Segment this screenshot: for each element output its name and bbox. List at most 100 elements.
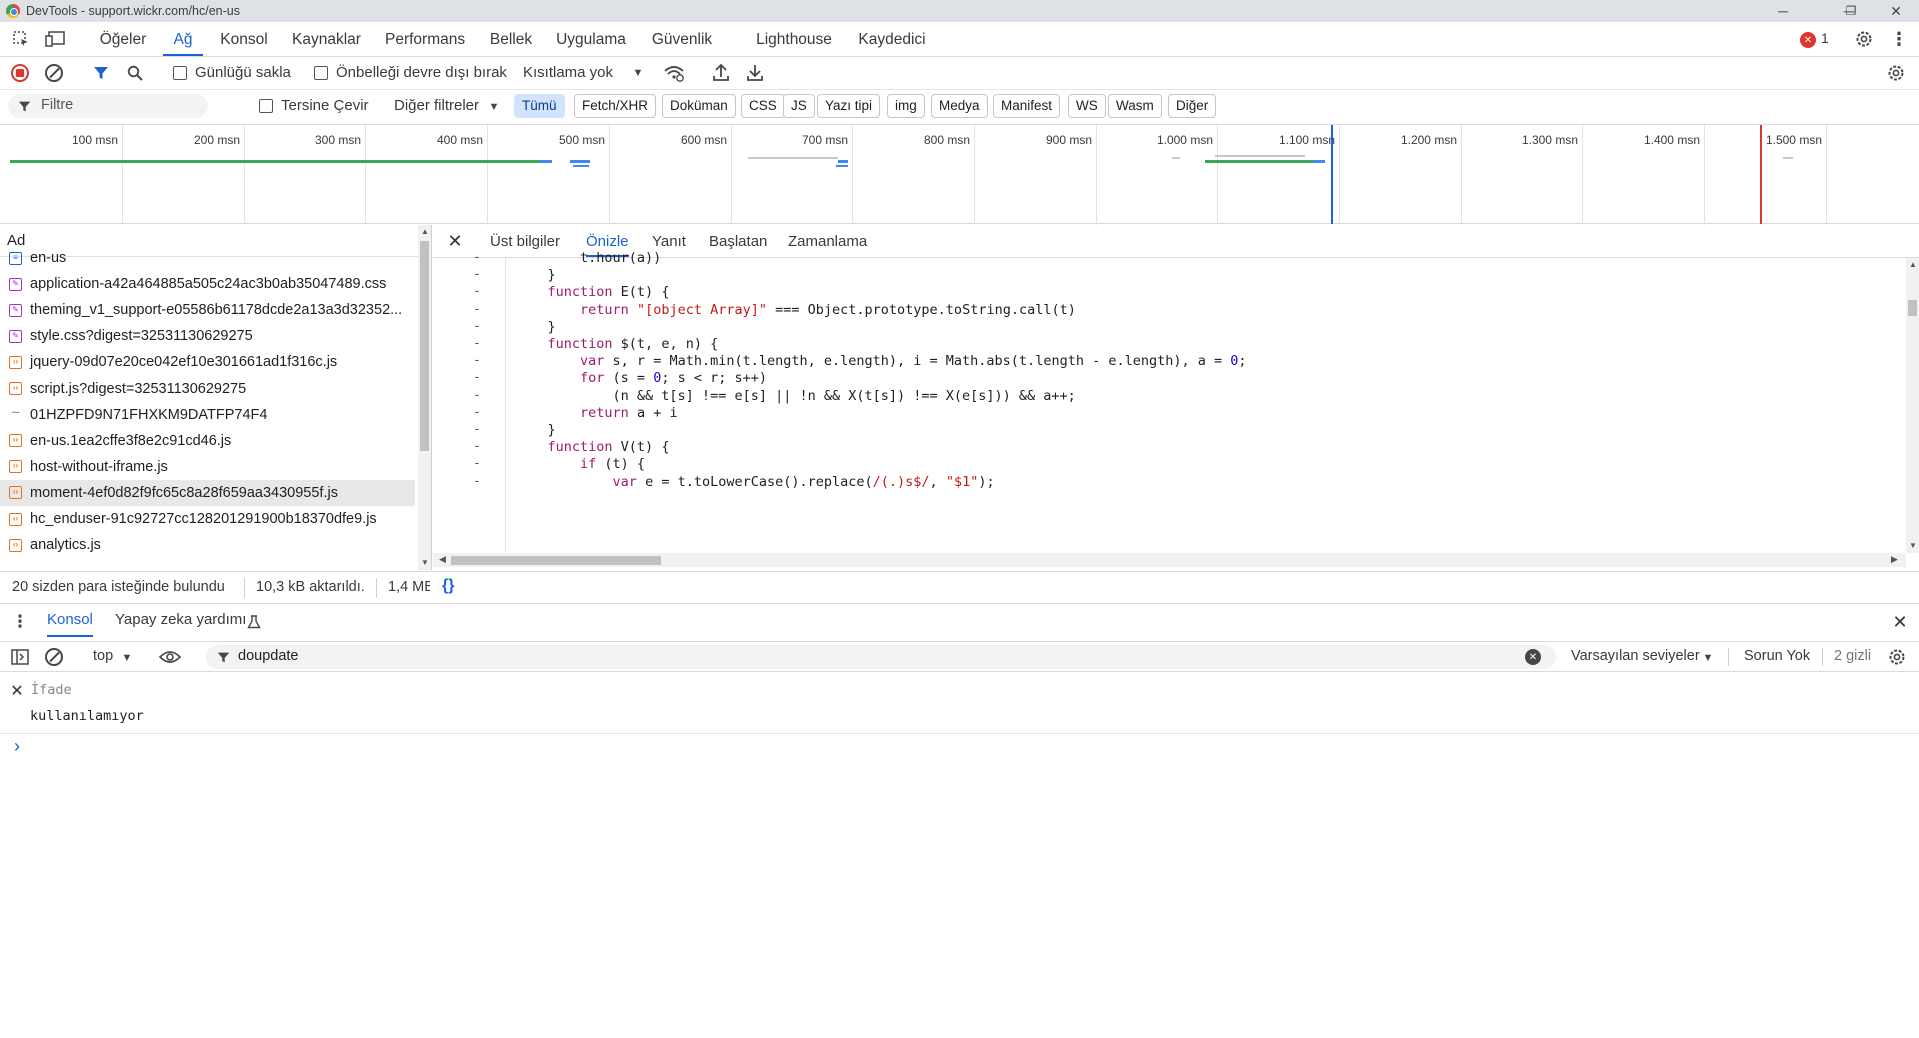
timeline-overview[interactable]: 100 msn 200 msn 300 msn 400 msn 500 msn 600 m… — [0, 124, 1919, 225]
network-conditions-icon[interactable] — [662, 62, 686, 84]
filter-type-font[interactable]: Yazı tipi — [817, 94, 881, 118]
filter-type-doc[interactable]: Doküman — [662, 94, 736, 118]
request-row[interactable]: ✎ style.css?digest=32531130629275 — [0, 323, 415, 349]
filter-type-other[interactable]: Diğer — [1168, 94, 1217, 118]
filter-icon[interactable] — [92, 64, 110, 82]
code-line[interactable]: } — [515, 267, 556, 283]
chevron-down-icon[interactable]: ▼ — [632, 67, 644, 79]
invert-label[interactable]: Tersine Çevir — [281, 97, 369, 114]
console-filter-input[interactable]: doupdate ✕ — [206, 645, 1556, 669]
preserve-log-checkbox[interactable] — [173, 66, 187, 80]
filter-type-ws[interactable]: WS — [1068, 94, 1106, 118]
chevron-down-icon[interactable]: ▼ — [121, 652, 133, 664]
restore-button[interactable]: ❐ — [1828, 0, 1874, 22]
issues-button[interactable]: Sorun Yok — [1744, 648, 1810, 664]
drawer-tab-console[interactable]: Konsol — [47, 611, 93, 637]
record-stop-icon[interactable] — [11, 64, 29, 82]
more-filters-dropdown[interactable]: Diğer filtreler — [394, 97, 479, 114]
code-line[interactable]: t.hour(a)) — [515, 250, 661, 266]
request-row[interactable]: ‹› en-us.1ea2cffe3f8e2c91cd46.js — [0, 428, 415, 454]
throttling-select[interactable]: Kısıtlama yok — [523, 64, 613, 81]
error-count[interactable]: 1 — [1821, 30, 1829, 46]
settings-gear-icon[interactable] — [1853, 28, 1875, 50]
tab-network[interactable]: Ağ — [163, 22, 203, 56]
code-line[interactable]: } — [515, 319, 556, 335]
code-horizontal-scrollbar[interactable]: ◀ ▶ — [433, 553, 1906, 567]
drawer-menu-icon[interactable]: ⋮ — [12, 612, 29, 632]
console-prompt[interactable]: › — [14, 736, 20, 757]
request-row[interactable]: ✎ application-a42a464885a505c24ac3b0ab350… — [0, 271, 415, 297]
request-row[interactable]: ‹› moment-4ef0d82f9fc65c8a28f659aa3430955… — [0, 479, 415, 506]
device-toolbar-icon[interactable] — [44, 28, 68, 50]
filter-type-wasm[interactable]: Wasm — [1108, 94, 1162, 118]
code-line[interactable]: (n && t[s] !== e[s] || !n && X(t[s]) !==… — [515, 388, 1076, 404]
tab-performance[interactable]: Performans — [385, 22, 465, 56]
close-drawer-icon[interactable]: ✕ — [1890, 612, 1910, 632]
request-row[interactable]: ‹› jquery-09d07e20ce042ef10e301661ad1f316… — [0, 349, 415, 375]
code-line[interactable]: return "[object Array]" === Object.proto… — [515, 302, 1076, 318]
error-icon[interactable]: ✕ — [1800, 32, 1816, 48]
code-line[interactable]: function $(t, e, n) { — [515, 336, 719, 352]
search-icon[interactable] — [126, 64, 144, 82]
filter-type-css[interactable]: CSS — [741, 94, 785, 118]
filter-type-media[interactable]: Medya — [931, 94, 988, 118]
tab-recorder[interactable]: Kaydedici — [857, 22, 927, 56]
log-levels-dropdown[interactable]: Varsayılan seviyeler — [1571, 648, 1700, 664]
filter-type-all[interactable]: Tümü — [514, 94, 565, 118]
code-line[interactable]: function E(t) { — [515, 284, 670, 300]
code-vertical-scrollbar[interactable]: ▲ ▼ — [1906, 258, 1919, 553]
scrollbar-thumb[interactable] — [420, 241, 429, 451]
console-settings-gear-icon[interactable] — [1886, 646, 1908, 668]
close-details-icon[interactable]: ✕ — [446, 231, 464, 251]
tab-elements[interactable]: Öğeler — [97, 22, 149, 56]
list-scrollbar[interactable]: ▲ ▼ — [418, 225, 431, 570]
sidebar-toggle-icon[interactable] — [11, 648, 29, 666]
tab-application[interactable]: Uygulama — [556, 22, 626, 56]
request-row[interactable]: ‹› hc_enduser-91c92727cc128201291900b1837… — [0, 506, 415, 532]
chevron-down-icon[interactable]: ▼ — [1702, 652, 1714, 664]
code-line[interactable]: function V(t) { — [515, 439, 670, 455]
filter-input[interactable]: Filtre — [8, 94, 208, 118]
scrollbar-thumb[interactable] — [451, 556, 661, 565]
remove-expression-icon[interactable]: ✕ — [9, 683, 25, 700]
disable-cache-checkbox[interactable] — [314, 66, 328, 80]
disable-cache-label[interactable]: Önbelleği devre dışı bırak — [336, 64, 507, 81]
filter-type-img[interactable]: img — [887, 94, 925, 118]
expression-input[interactable]: İfade — [31, 682, 72, 698]
drawer-tab-ai-assistance[interactable]: Yapay zeka yardımı — [115, 611, 246, 637]
context-selector[interactable]: top — [93, 648, 113, 664]
clear-console-icon[interactable] — [45, 648, 63, 666]
clear-filter-icon[interactable]: ✕ — [1525, 649, 1541, 665]
scrollbar-thumb[interactable] — [1908, 300, 1917, 316]
window-close-button[interactable]: ✕ — [1873, 0, 1919, 22]
request-row[interactable]: ⁓ 01HZPFD9N71FHXKM9DATFP74F4 — [0, 402, 415, 428]
filter-type-js[interactable]: JS — [783, 94, 815, 118]
import-har-icon[interactable] — [711, 62, 731, 84]
tab-console[interactable]: Konsol — [219, 22, 269, 56]
tab-security[interactable]: Güvenlik — [650, 22, 714, 56]
network-settings-gear-icon[interactable] — [1885, 62, 1907, 84]
pretty-print-button[interactable]: {} — [442, 577, 454, 595]
code-line[interactable]: var e = t.toLowerCase().replace(/(.)s$/,… — [515, 474, 995, 490]
tab-sources[interactable]: Kaynaklar — [292, 22, 361, 56]
filter-type-manifest[interactable]: Manifest — [993, 94, 1061, 118]
tab-memory[interactable]: Bellek — [489, 22, 533, 56]
minimize-button[interactable]: ─ — [1760, 0, 1806, 22]
more-options-icon[interactable]: ⋮ — [1890, 28, 1908, 50]
export-har-icon[interactable] — [745, 62, 765, 84]
request-row[interactable]: ‹› host-without-iframe.js — [0, 454, 415, 480]
request-row[interactable]: ≡ en-us — [0, 245, 415, 271]
chevron-down-icon[interactable]: ▼ — [488, 101, 500, 113]
code-line[interactable]: for (s = 0; s < r; s++) — [515, 370, 767, 386]
preserve-log-label[interactable]: Günlüğü sakla — [195, 64, 291, 81]
filter-type-fetch-xhr[interactable]: Fetch/XHR — [574, 94, 657, 118]
tab-lighthouse[interactable]: Lighthouse — [755, 22, 833, 56]
code-line[interactable]: } — [515, 422, 556, 438]
request-row[interactable]: ‹› script.js?digest=32531130629275 — [0, 376, 415, 402]
invert-checkbox[interactable] — [259, 99, 273, 113]
tab-initiator[interactable]: Başlatan — [709, 225, 767, 257]
clear-icon[interactable] — [45, 64, 63, 82]
code-line[interactable]: return a + i — [515, 405, 678, 421]
inspect-element-icon[interactable] — [10, 28, 32, 50]
code-line[interactable]: if (t) { — [515, 456, 645, 472]
